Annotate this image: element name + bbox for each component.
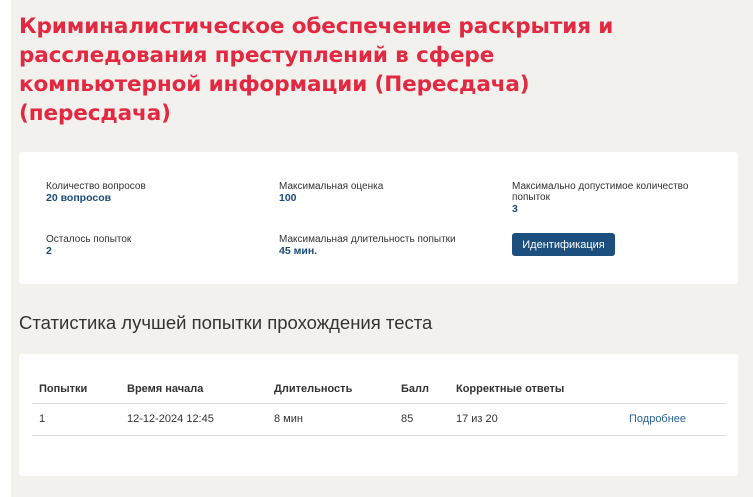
test-info-card: Количество вопросов 20 вопросов Максимал… (19, 152, 738, 284)
max-grade-value: 100 (279, 192, 297, 204)
col-header-correct: Корректные ответы (449, 376, 622, 404)
cell-duration: 8 мин (267, 403, 394, 436)
questions-count-label: Количество вопросов (46, 181, 146, 192)
max-attempts-value: 3 (512, 203, 518, 215)
max-duration-field: Максимальная длительность попытки 45 мин… (279, 234, 456, 258)
cell-attempt: 1 (32, 403, 120, 436)
remaining-attempts-label: Осталось попыток (46, 234, 132, 245)
max-duration-value: 45 мин. (279, 245, 318, 257)
table-header-row: Попытки Время начала Длительность Балл К… (32, 376, 726, 404)
stats-section-title: Статистика лучшей попытки прохождения те… (19, 312, 433, 333)
questions-count-field: Количество вопросов 20 вопросов (46, 181, 146, 205)
col-header-attempts: Попытки (32, 376, 120, 404)
stats-table: Попытки Время начала Длительность Балл К… (32, 376, 726, 436)
table-row: 1 12-12-2024 12:45 8 мин 85 17 из 20 Под… (32, 403, 726, 436)
col-header-duration: Длительность (267, 376, 394, 404)
stats-card: Попытки Время начала Длительность Балл К… (19, 354, 738, 476)
cell-score: 85 (394, 403, 449, 436)
remaining-attempts-field: Осталось попыток 2 (46, 234, 131, 258)
cell-correct: 17 из 20 (449, 403, 622, 436)
max-attempts-label: Максимально допустимое количество попыто… (512, 181, 689, 203)
remaining-attempts-value: 2 (46, 245, 52, 257)
max-grade-field: Максимальная оценка 100 (279, 181, 383, 205)
cell-start-time: 12-12-2024 12:45 (120, 403, 267, 436)
questions-count-value: 20 вопросов (46, 192, 112, 204)
max-grade-label: Максимальная оценка (279, 181, 384, 192)
col-header-start-time: Время начала (120, 376, 267, 404)
col-header-score: Балл (394, 376, 449, 404)
col-header-details (622, 376, 726, 404)
page-title: Криминалистическое обеспечение раскрытия… (19, 14, 614, 126)
max-attempts-field: Максимально допустимое количество попыто… (512, 181, 702, 216)
details-link[interactable]: Подробнее (629, 413, 686, 425)
cell-details: Подробнее (622, 403, 726, 436)
left-edge (0, 0, 11, 497)
max-duration-label: Максимальная длительность попытки (279, 234, 456, 245)
identification-button[interactable]: Идентификация (512, 233, 615, 256)
